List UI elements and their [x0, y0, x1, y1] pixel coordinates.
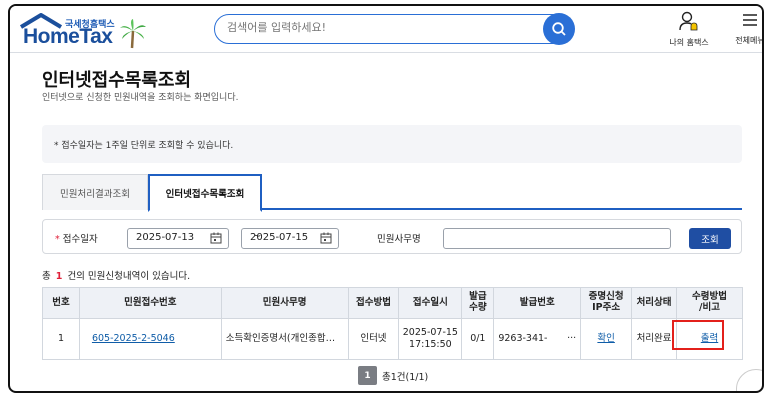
col-header-datetime: 접수일시	[398, 287, 463, 319]
issue-no-ellipsis: ···	[567, 332, 577, 344]
issue-no-value: 9263-341-	[498, 332, 548, 344]
pagination: 1 총1건(1/1)	[358, 366, 428, 385]
datetime-time: 17:15:50	[409, 339, 452, 350]
table-header-row: 번호 민원접수번호 민원사무명 접수방법 접수일시 발급 수량 발급번호 증명신…	[42, 287, 743, 319]
cell-datetime: 2025-07-15 17:15:50	[398, 318, 463, 360]
cell-qty: 0/1	[461, 318, 495, 360]
cell-office: 소득확인증명서(개인종합…	[220, 318, 349, 360]
search-input[interactable]	[227, 21, 527, 34]
my-hometax-label: 나의 홈택스	[669, 38, 709, 47]
date-from-value: 2025-07-13	[136, 232, 195, 243]
date-to-value: 2025-07-15	[250, 232, 309, 243]
query-button[interactable]: 조회	[689, 228, 731, 249]
col-header-status: 처리상태	[631, 287, 678, 319]
page-title: 인터넷접수목록조회	[42, 70, 192, 91]
result-count: 총 1 건의 민원신청내역이 있습니다.	[42, 268, 190, 282]
hamburger-icon	[743, 14, 757, 26]
palm-tree-icon	[120, 19, 146, 49]
receipt-no-link[interactable]: 605-2025-2-5046	[92, 333, 175, 344]
col-header-receipt-no: 민원접수번호	[78, 287, 222, 319]
all-menu-label: 전체메뉴	[735, 36, 764, 45]
all-menu-button[interactable]: 전체메뉴	[730, 10, 764, 48]
hometax-logo[interactable]: 국세청홈택스 HomeTax	[15, 11, 146, 49]
tab-internet-receipt-list[interactable]: 인터넷접수목록조회	[148, 174, 262, 212]
ip-confirm-link[interactable]: 확인	[597, 333, 614, 344]
browser-frame: 국세청홈택스 HomeTax 검색어를 입력하세요! 나의 홈택스 전체메뉴 인…	[8, 4, 764, 393]
col-header-no: 번호	[42, 287, 80, 319]
search-icon	[552, 22, 566, 36]
tab-complaint-results[interactable]: 민원처리결과조회	[42, 174, 148, 210]
cell-receipt-method: 출력	[672, 318, 743, 360]
cell-ip: 확인	[580, 318, 633, 360]
user-bell-icon	[679, 11, 698, 31]
cell-issue-no: 9263-341- ···	[493, 318, 582, 360]
required-mark: *	[55, 234, 60, 245]
table-row: 1 605-2025-2-5046 소득확인증명서(개인종합… 인터넷 2025…	[42, 318, 743, 360]
count-suffix: 건의 민원신청내역이 있습니다.	[67, 271, 191, 282]
my-hometax-button[interactable]: 나의 홈택스	[664, 10, 714, 48]
col-header-receipt-method: 수령방법 /비고	[676, 287, 743, 319]
cell-status: 처리완료	[631, 318, 678, 360]
cell-no: 1	[42, 318, 80, 360]
office-name-input[interactable]	[443, 228, 671, 249]
scroll-top-button[interactable]	[736, 369, 762, 391]
cell-receipt-no: 605-2025-2-5046	[78, 318, 222, 360]
date-filter-label: * 접수일자	[55, 231, 98, 245]
calendar-icon[interactable]	[210, 232, 222, 244]
calendar-icon[interactable]	[320, 232, 332, 244]
cell-method: 인터넷	[347, 318, 400, 360]
receipt-list-table: 번호 민원접수번호 민원사무명 접수방법 접수일시 발급 수량 발급번호 증명신…	[42, 287, 743, 360]
search-bar	[214, 13, 575, 45]
col-header-method: 접수방법	[347, 287, 400, 319]
tab-bar: 민원처리결과조회 인터넷접수목록조회	[42, 174, 742, 212]
notice-box: * 접수일자는 1주일 단위로 조회할 수 있습니다.	[42, 125, 742, 163]
count-prefix: 총	[42, 271, 51, 282]
site-header: 국세청홈택스 HomeTax 검색어를 입력하세요! 나의 홈택스 전체메뉴	[10, 6, 762, 53]
date-label-text: 접수일자	[62, 234, 98, 245]
col-header-office: 민원사무명	[220, 287, 349, 319]
col-header-issue-no: 발급번호	[493, 287, 582, 319]
highlight-box	[672, 320, 725, 350]
logo-title: HomeTax	[23, 25, 113, 48]
col-header-ip: 증명신청 IP주소	[580, 287, 633, 319]
date-from-input[interactable]: 2025-07-13	[127, 228, 229, 249]
search-filter: * 접수일자 2025-07-13 ~ 2025-07-15 민원사무명 조회	[42, 219, 742, 254]
search-button[interactable]	[543, 13, 575, 45]
datetime-date: 2025-07-15	[402, 326, 458, 338]
notice-text: * 접수일자는 1주일 단위로 조회할 수 있습니다.	[54, 141, 234, 151]
date-to-input[interactable]: 2025-07-15	[241, 228, 339, 249]
page-number-current[interactable]: 1	[358, 366, 377, 385]
office-name-label: 민원사무명	[377, 234, 421, 245]
page-description: 인터넷으로 신청한 민원내역을 조회하는 화면입니다.	[42, 93, 239, 103]
page-summary: 총1건(1/1)	[382, 371, 429, 383]
count-value: 1	[55, 271, 63, 282]
col-header-qty: 발급 수량	[461, 287, 495, 319]
